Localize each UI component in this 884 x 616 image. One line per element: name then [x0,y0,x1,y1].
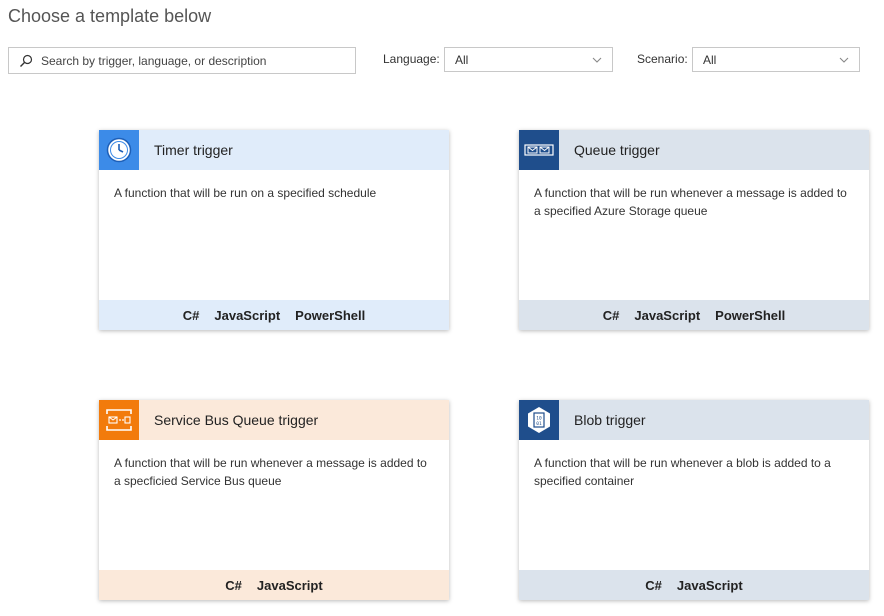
card-languages: C# JavaScript PowerShell [99,300,449,330]
language-link-csharp[interactable]: C# [603,308,620,323]
scenario-select[interactable]: All [692,47,860,72]
queue-envelope-icon [519,130,559,170]
card-title: Blob trigger [574,412,646,428]
language-link-csharp[interactable]: C# [645,578,662,593]
svg-text:10: 10 [536,416,542,422]
scenario-select-value: All [703,52,717,67]
card-title: Timer trigger [154,142,233,158]
service-bus-icon [99,400,139,440]
language-link-javascript[interactable]: JavaScript [257,578,323,593]
card-header: Queue trigger [519,130,869,170]
clock-icon [99,130,139,170]
card-description: A function that will be run whenever a b… [534,456,831,488]
language-filter-label: Language: [383,52,440,66]
search-input[interactable] [41,53,355,68]
language-link-csharp[interactable]: C# [183,308,200,323]
language-link-javascript[interactable]: JavaScript [214,308,280,323]
chevron-down-icon [839,57,849,63]
template-card-queue-trigger[interactable]: Queue trigger A function that will be ru… [519,130,869,330]
language-link-csharp[interactable]: C# [225,578,242,593]
card-description: A function that will be run whenever a m… [114,456,427,488]
svg-text:01: 01 [536,421,542,427]
card-description: A function that will be run on a specifi… [114,186,377,200]
language-link-javascript[interactable]: JavaScript [634,308,700,323]
language-select-value: All [455,52,469,67]
card-header: Timer trigger [99,130,449,170]
card-languages: C# JavaScript [519,570,869,600]
language-link-javascript[interactable]: JavaScript [677,578,743,593]
scenario-filter-label: Scenario: [637,52,688,66]
template-card-blob-trigger[interactable]: 10 01 Blob trigger A function that will b… [519,400,869,600]
page-title: Choose a template below [8,6,212,26]
language-select[interactable]: All [444,47,613,72]
language-link-powershell[interactable]: PowerShell [295,308,365,323]
card-title: Queue trigger [574,142,660,158]
template-card-timer-trigger[interactable]: Timer trigger A function that will be ru… [99,130,449,330]
card-description: A function that will be run whenever a m… [534,186,847,218]
template-card-service-bus-queue-trigger[interactable]: Service Bus Queue trigger A function tha… [99,400,449,600]
card-languages: C# JavaScript PowerShell [519,300,869,330]
blob-icon: 10 01 [519,400,559,440]
card-title: Service Bus Queue trigger [154,412,319,428]
search-box[interactable] [8,47,356,74]
language-link-powershell[interactable]: PowerShell [715,308,785,323]
card-languages: C# JavaScript [99,570,449,600]
search-icon [19,54,33,68]
card-header: Service Bus Queue trigger [99,400,449,440]
chevron-down-icon [592,57,602,63]
card-header: 10 01 Blob trigger [519,400,869,440]
